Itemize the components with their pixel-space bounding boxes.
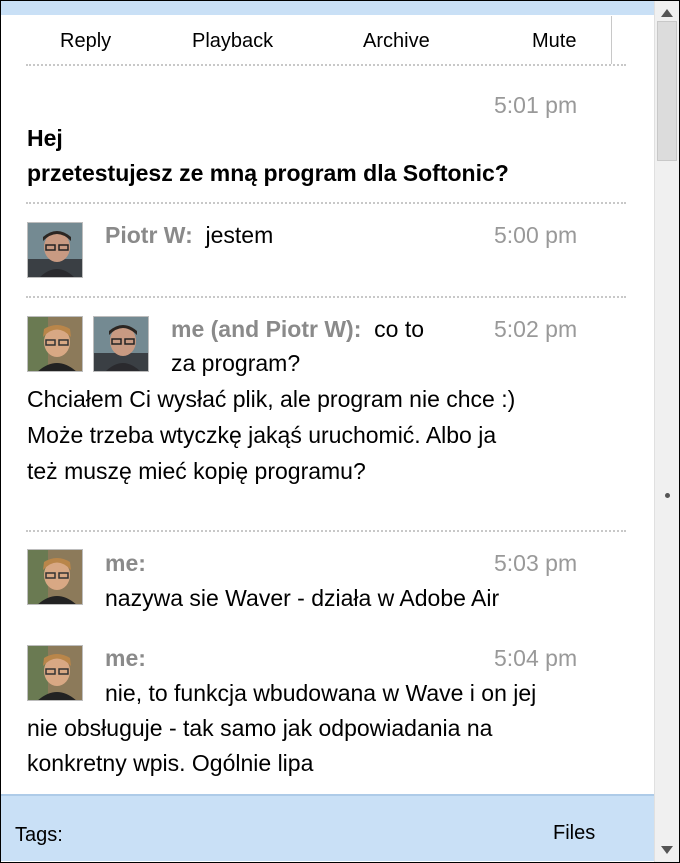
author-name: me (and Piotr W): — [171, 316, 362, 342]
avatar-piotr — [27, 222, 83, 278]
message-text: nie obsługuje - tak samo jak odpowiadani… — [27, 715, 493, 741]
avatar-me — [27, 316, 83, 372]
divider — [26, 202, 626, 204]
message-text: nie, to funkcja wbudowana w Wave i on je… — [105, 680, 537, 706]
message-text: za program? — [171, 350, 301, 376]
scroll-marker — [665, 493, 670, 498]
message-text: nazywa sie Waver - działa w Adobe Air — [105, 585, 500, 611]
message-text: Może trzeba wtyczkę jakąś uruchomić. Alb… — [27, 422, 497, 448]
arrow-down-icon[interactable] — [661, 846, 673, 854]
top-bar — [1, 1, 654, 15]
blip-subtitle: przetestujesz ze mną program dla Softoni… — [27, 160, 509, 186]
author-name: me: — [105, 550, 146, 576]
divider — [26, 530, 626, 532]
archive-button[interactable]: Archive — [363, 30, 430, 53]
arrow-up-icon[interactable] — [661, 9, 673, 17]
divider — [26, 64, 626, 66]
blip-time: 5:00 pm — [494, 222, 578, 248]
blip-time: 5:04 pm — [494, 645, 578, 671]
playback-button[interactable]: Playback — [192, 30, 273, 53]
blip-line: Piotr W: jestem — [105, 218, 273, 252]
avatar-me — [27, 549, 83, 605]
blip-title: Hej — [27, 125, 63, 151]
message-text: co to — [374, 316, 425, 342]
avatar-piotr — [93, 316, 149, 372]
scrollbar-thumb[interactable] — [657, 21, 677, 161]
message-text: konkretny wpis. Ogólnie lipa — [27, 750, 314, 776]
message-text: Chciałem Ci wysłać plik, ale program nie… — [27, 386, 516, 412]
blip-time: 5:03 pm — [494, 550, 578, 576]
scrollbar[interactable] — [654, 1, 679, 862]
blip-time: 5:02 pm — [494, 316, 578, 342]
blip-time: 5:01 pm — [494, 92, 578, 118]
files-button[interactable]: Files — [553, 822, 595, 845]
avatar-me — [27, 645, 83, 701]
tags-label[interactable]: Tags: — [15, 824, 63, 847]
message-text: też muszę mieć kopię programu? — [27, 458, 366, 484]
mute-button[interactable]: Mute — [532, 30, 576, 53]
wave-toolbar: Reply Playback Archive Mute — [1, 16, 611, 64]
reply-button[interactable]: Reply — [60, 30, 111, 53]
toolbar-divider — [611, 16, 612, 64]
blip-line: me (and Piotr W): co to — [171, 312, 424, 346]
message-text: jestem — [205, 222, 274, 248]
footer-bar: Tags: Files — [1, 794, 654, 861]
author-name: Piotr W: — [105, 222, 193, 248]
author-name: me: — [105, 645, 146, 671]
divider — [26, 296, 626, 298]
